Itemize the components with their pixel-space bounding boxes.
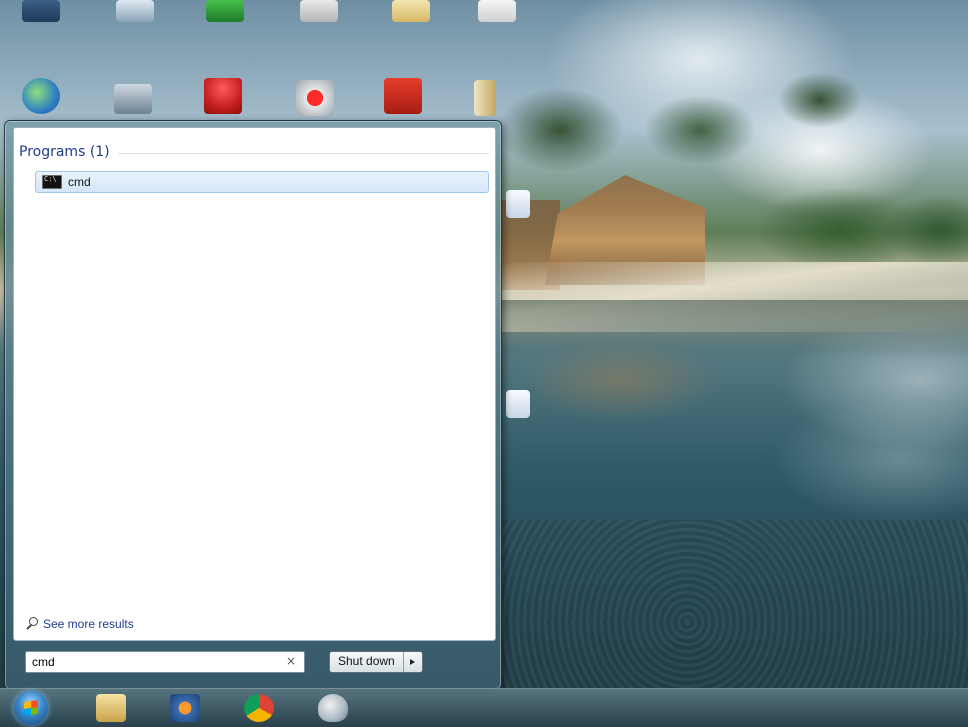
- shutdown-button[interactable]: Shut down: [330, 652, 403, 672]
- folder-icon[interactable]: [300, 0, 338, 22]
- document-icon[interactable]: [506, 190, 530, 218]
- book-icon[interactable]: [474, 80, 496, 116]
- start-search-box[interactable]: ×: [25, 651, 305, 673]
- programs-group-title: Programs (1): [19, 144, 110, 160]
- see-more-results-link[interactable]: See more results: [25, 617, 134, 631]
- programs-group-header[interactable]: Programs (1): [19, 144, 489, 160]
- group-divider: [117, 152, 489, 154]
- start-search-input[interactable]: [32, 655, 272, 669]
- shutdown-button-group: Shut down: [329, 651, 423, 673]
- folder-icon[interactable]: [392, 0, 430, 22]
- start-menu: Programs (1) cmd See more results × Shut…: [4, 120, 502, 690]
- windows-explorer-icon[interactable]: [96, 694, 126, 722]
- document-icon[interactable]: [478, 0, 516, 22]
- see-more-results-label: See more results: [43, 617, 134, 631]
- globe-network-icon[interactable]: [22, 78, 60, 114]
- clear-search-icon[interactable]: ×: [286, 654, 296, 668]
- wallpaper-water: [500, 520, 968, 690]
- record-app-icon[interactable]: [296, 80, 334, 116]
- search-results-pane: Programs (1) cmd: [13, 127, 496, 641]
- document-icon[interactable]: [506, 390, 530, 418]
- wallpaper-reflection: [500, 340, 968, 540]
- filezilla-icon[interactable]: [384, 78, 422, 114]
- red-app-icon[interactable]: [204, 78, 242, 114]
- result-label: cmd: [68, 175, 91, 189]
- paint-icon[interactable]: [318, 694, 348, 722]
- start-button-windows-icon[interactable]: [14, 691, 48, 725]
- result-item-cmd[interactable]: cmd: [35, 171, 489, 193]
- green-app-icon[interactable]: [206, 0, 244, 22]
- chrome-icon[interactable]: [244, 694, 274, 722]
- hp-printer-icon[interactable]: [22, 0, 60, 22]
- media-player-icon[interactable]: [170, 694, 200, 722]
- command-prompt-icon: [42, 175, 62, 189]
- laptop-icon[interactable]: [114, 84, 152, 114]
- shutdown-options-arrow-icon[interactable]: [402, 652, 422, 672]
- taskbar: [0, 688, 968, 727]
- network-icon[interactable]: [116, 0, 154, 22]
- search-icon: [25, 617, 39, 631]
